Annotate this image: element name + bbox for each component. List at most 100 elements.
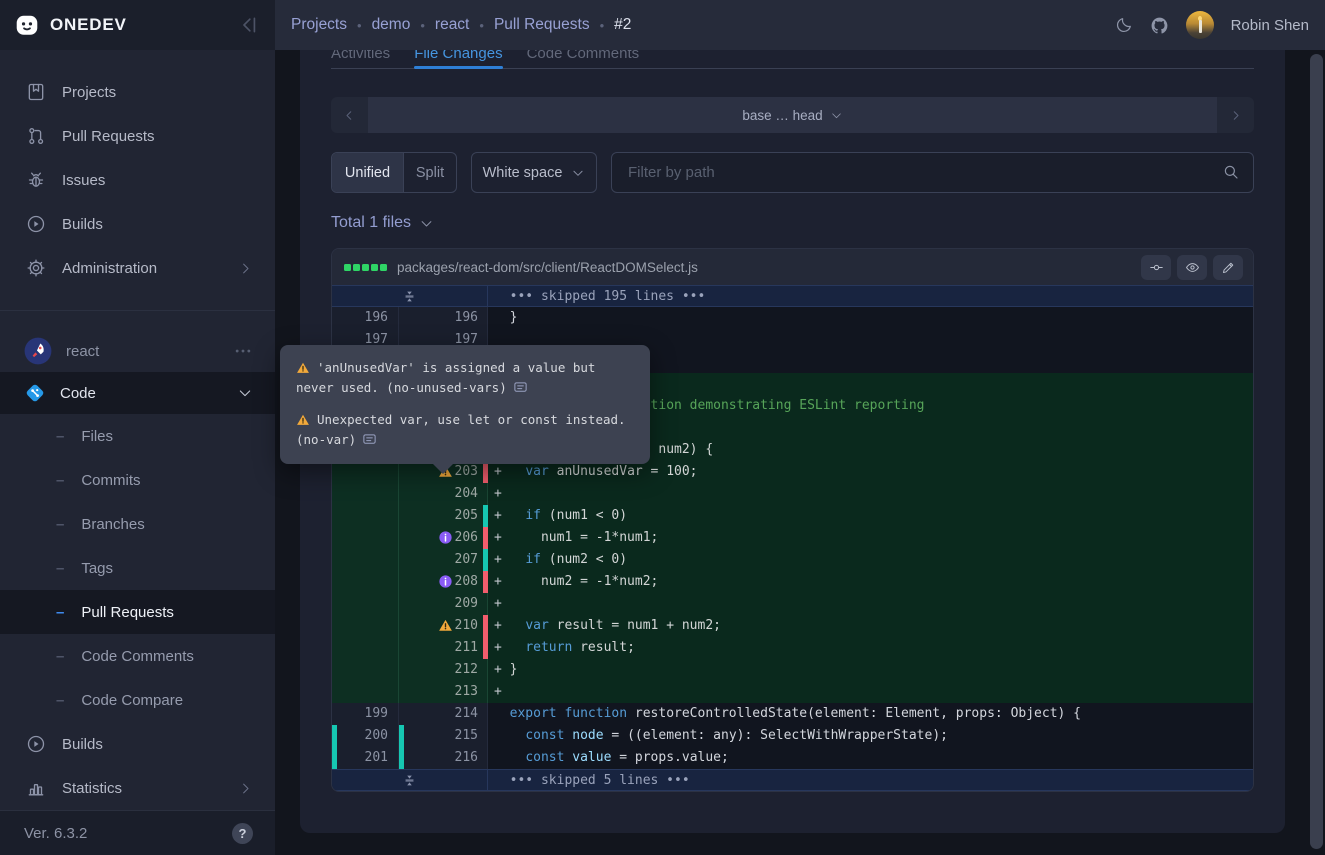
sidebar-subitem-label: Files (81, 428, 113, 445)
expand-lines-button[interactable] (332, 286, 488, 306)
breadcrumb-item-pull-requests[interactable]: Pull Requests (494, 16, 590, 34)
dash-icon: – (56, 560, 64, 577)
code-token: if (525, 552, 548, 567)
new-line-number: 209 (399, 593, 488, 615)
change-block (353, 264, 360, 271)
added-line-marker: + (494, 596, 510, 611)
sidebar-subitem-pull-requests[interactable]: –Pull Requests (0, 590, 275, 634)
sidebar-item-label: Projects (62, 84, 116, 101)
moon-icon[interactable] (1115, 16, 1133, 34)
code-token: node (572, 728, 603, 743)
comment-icon[interactable] (513, 380, 528, 395)
sidebar-collapse-icon[interactable] (239, 15, 259, 35)
old-line-number: 200 (332, 725, 399, 747)
sidebar-subitem-label: Pull Requests (81, 604, 174, 621)
tab-code-comments[interactable]: Code Comments (527, 50, 640, 69)
dash-icon: – (56, 428, 64, 445)
sidebar-item-projects[interactable]: Projects (0, 70, 275, 114)
sidebar-subitem-commits[interactable]: –Commits (0, 458, 275, 502)
user-name[interactable]: Robin Shen (1231, 17, 1309, 34)
coverage-bar (332, 747, 337, 769)
search-icon[interactable] (1222, 163, 1240, 181)
new-line-number: 210 (399, 615, 488, 637)
eye-button[interactable] (1177, 255, 1207, 280)
sidebar-item-label: Administration (62, 260, 157, 277)
sidebar-project-row[interactable]: react (0, 330, 275, 372)
code-token (510, 618, 526, 633)
old-line-number (332, 505, 399, 527)
path-filter-input[interactable] (612, 153, 1253, 192)
warning-icon[interactable] (438, 618, 453, 633)
info-icon[interactable] (438, 530, 453, 545)
unified-button[interactable]: Unified (332, 153, 403, 192)
sidebar-item-builds[interactable]: Builds (0, 202, 275, 246)
sidebar-subitem-branches[interactable]: –Branches (0, 502, 275, 546)
dash-icon: – (56, 604, 64, 621)
prev-commit-button[interactable] (331, 97, 368, 133)
diff-expander-row: ••• skipped 5 lines ••• (332, 769, 1253, 791)
sidebar-subitem-tags[interactable]: –Tags (0, 546, 275, 590)
eslint-problem: Unexpected var, use let or const instead… (296, 410, 634, 449)
sidebar-subitem-files[interactable]: –Files (0, 414, 275, 458)
github-icon[interactable] (1150, 16, 1169, 35)
sidebar-footer: Ver. 6.3.2 ? (0, 810, 275, 855)
scrollbar[interactable] (1310, 54, 1323, 849)
commit-button[interactable] (1141, 255, 1171, 280)
coverage-bar (483, 461, 488, 483)
sidebar-main-nav: Projects Pull Requests IssuesBuilds Adminis… (0, 50, 275, 290)
diff-line-203: 203+ var anUnusedVar = 100; (332, 461, 1253, 483)
added-line-marker: + (494, 640, 510, 655)
code-token (510, 728, 526, 743)
breadcrumb-separator: • (479, 18, 484, 33)
sidebar-item-statistics[interactable]: Statistics (0, 766, 275, 810)
code-content: + num2 = -1*num2; (488, 571, 1253, 593)
diff-line-207: 207+ if (num2 < 0) (332, 549, 1253, 571)
breadcrumb-item-react[interactable]: react (435, 16, 469, 34)
diff-line-209: 209 + (332, 593, 1253, 615)
help-button[interactable]: ? (232, 823, 253, 844)
sidebar-bottom-nav: BuildsStatistics (0, 722, 275, 810)
topbar-right: Robin Shen (1115, 11, 1309, 39)
expand-lines-button[interactable] (332, 770, 488, 790)
chevron-right-icon (238, 261, 253, 276)
tab-activities[interactable]: Activities (331, 50, 390, 69)
code-content: + if (num2 < 0) (488, 549, 1253, 571)
next-commit-button[interactable] (1217, 97, 1254, 133)
sidebar-subitem-code-comments[interactable]: –Code Comments (0, 634, 275, 678)
code-token: (num1 < 0) (549, 508, 627, 523)
sidebar-item-issues[interactable]: Issues (0, 158, 275, 202)
old-line-number (332, 681, 399, 703)
breadcrumb-item-projects[interactable]: Projects (291, 16, 347, 34)
sidebar-item-administration[interactable]: Administration (0, 246, 275, 290)
whitespace-dropdown[interactable]: White space (471, 152, 597, 193)
code-token: } (510, 662, 518, 677)
sidebar-item-code[interactable]: Code (0, 372, 275, 414)
sidebar-item-builds[interactable]: Builds (0, 722, 275, 766)
split-button[interactable]: Split (403, 153, 456, 192)
eslint-problem-text: 'anUnusedVar' is assigned a value but ne… (296, 360, 595, 395)
code-token (510, 640, 526, 655)
code-token: = props.value; (611, 750, 728, 765)
revision-range-button[interactable]: base … head (368, 97, 1217, 133)
code-token: if (525, 508, 548, 523)
tab-file-changes[interactable]: File Changes (414, 50, 502, 69)
sidebar-item-label: Pull Requests (62, 128, 155, 145)
chevron-right-icon (238, 781, 253, 796)
total-files-dropdown[interactable]: Total 1 files (331, 214, 434, 232)
pencil-button[interactable] (1213, 255, 1243, 280)
sidebar-item-pull-requests[interactable]: Pull Requests (0, 114, 275, 158)
old-line-number (332, 461, 399, 483)
ellipsis-icon[interactable] (233, 341, 253, 361)
old-line-number (332, 483, 399, 505)
old-line-number (332, 549, 399, 571)
breadcrumb-item-demo[interactable]: demo (372, 16, 411, 34)
code-token (510, 464, 526, 479)
code-token: var (525, 618, 556, 633)
version-label: Ver. 6.3.2 (24, 825, 87, 842)
info-icon[interactable] (438, 574, 453, 589)
comment-icon[interactable] (362, 432, 377, 447)
scrollbar-thumb[interactable] (1310, 54, 1323, 849)
user-avatar[interactable] (1186, 11, 1214, 39)
code-content: + (488, 483, 1253, 505)
sidebar-subitem-code-compare[interactable]: –Code Compare (0, 678, 275, 722)
